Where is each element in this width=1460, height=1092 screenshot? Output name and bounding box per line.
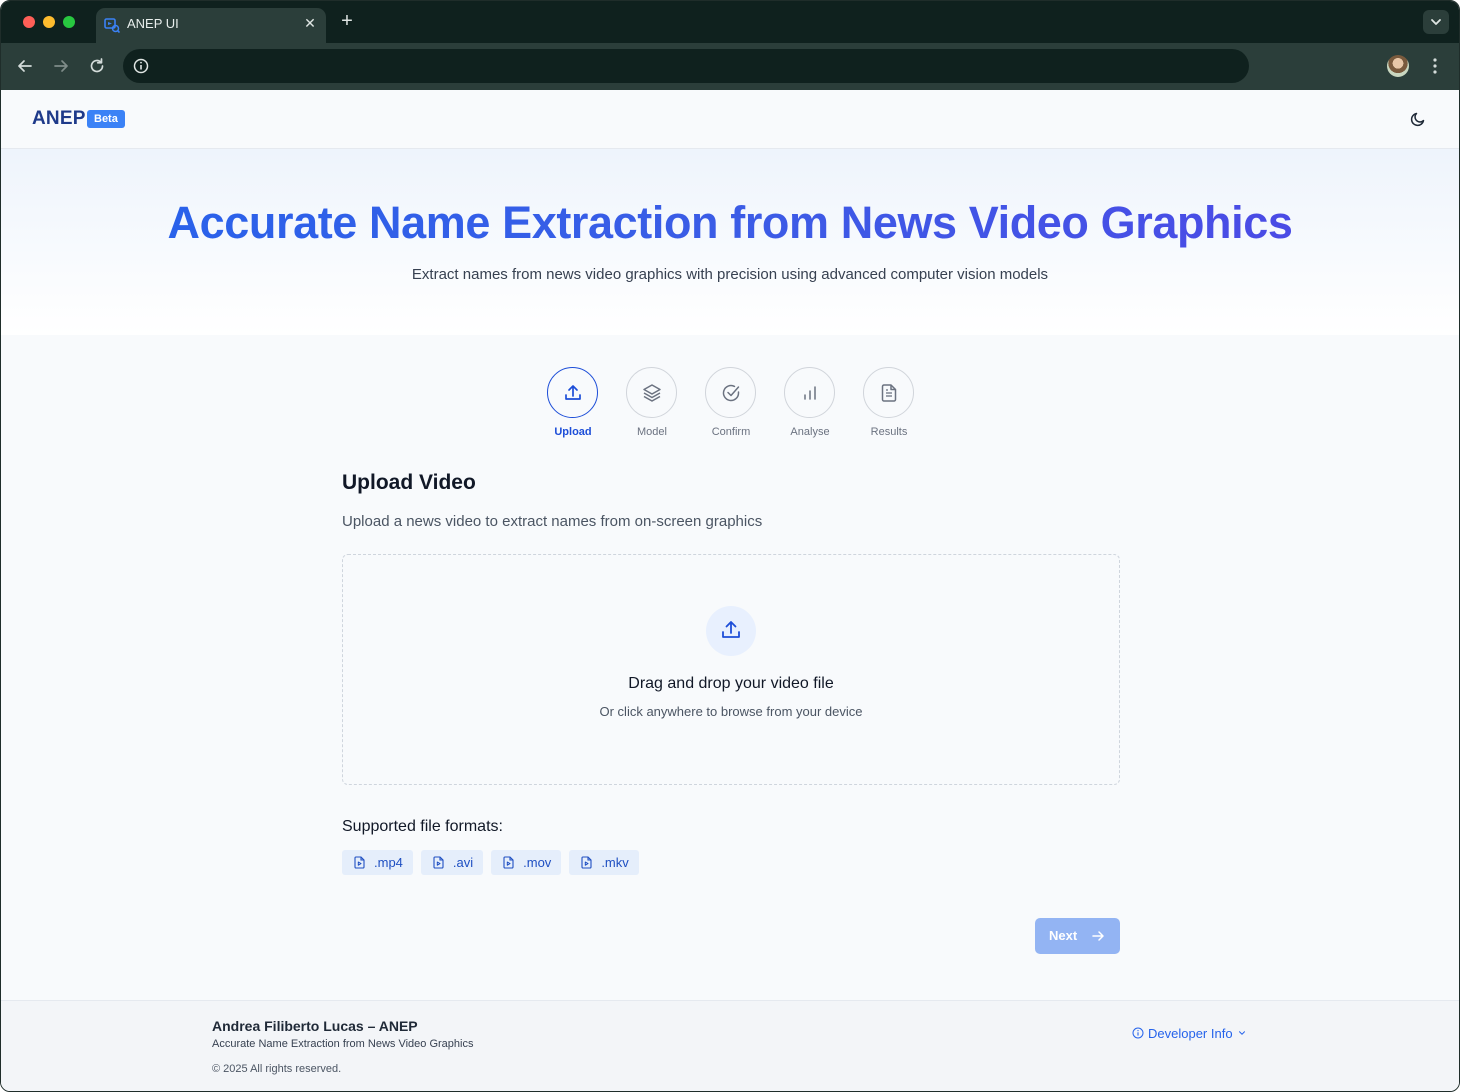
step-confirm-circle: [705, 367, 756, 418]
dropzone-title: Drag and drop your video file: [628, 675, 834, 692]
more-menu-icon[interactable]: [1425, 56, 1445, 76]
developer-info-label: Developer Info: [1148, 1025, 1233, 1041]
chevron-down-icon: [1431, 19, 1441, 25]
step-upload-circle: [547, 367, 598, 418]
chevron-down-icon: [1238, 1031, 1245, 1035]
upload-description: Upload a news video to extract names fro…: [342, 513, 763, 530]
document-icon: [881, 384, 897, 402]
browser-window: ANEP UI ✕ + ANEP Beta Accurate Name Extr…: [0, 0, 1460, 1092]
page-title: Accurate Name Extraction from News Video…: [1, 197, 1459, 249]
favicon-icon: [104, 18, 120, 33]
video-file-icon: [433, 856, 444, 869]
new-tab-icon[interactable]: +: [338, 11, 356, 31]
info-icon: [1132, 1027, 1144, 1039]
maximize-window-button[interactable]: [63, 16, 75, 28]
format-chip: .mkv: [569, 850, 639, 875]
next-button[interactable]: Next: [1035, 918, 1120, 954]
tab-search-button[interactable]: [1423, 10, 1449, 34]
next-button-label: Next: [1049, 928, 1078, 943]
video-file-icon: [354, 856, 365, 869]
progress-stepper: Upload Model Confirm Analyse Results: [547, 367, 917, 442]
browser-toolbar: [1, 43, 1459, 90]
browser-tab[interactable]: ANEP UI ✕: [96, 8, 326, 43]
file-dropzone[interactable]: Drag and drop your video file Or click a…: [342, 554, 1120, 785]
dropzone-subtitle: Or click anywhere to browse from your de…: [599, 704, 863, 719]
app-header: ANEP Beta: [1, 90, 1459, 149]
upload-icon: [722, 621, 740, 638]
hero-section: Accurate Name Extraction from News Video…: [1, 149, 1459, 335]
formats-title: Supported file formats:: [342, 818, 503, 835]
step-analyse-circle: [784, 367, 835, 418]
footer-author: Andrea Filiberto Lucas – ANEP: [212, 1018, 418, 1034]
moon-icon[interactable]: [1409, 110, 1427, 128]
video-file-icon: [581, 856, 592, 869]
format-chip: .avi: [420, 850, 484, 875]
footer-tagline: Accurate Name Extraction from News Video…: [212, 1038, 474, 1050]
back-icon[interactable]: [15, 56, 35, 76]
profile-avatar[interactable]: [1387, 55, 1409, 77]
address-bar[interactable]: [123, 49, 1249, 83]
bar-chart-icon: [804, 386, 816, 400]
tab-bar: ANEP UI ✕ +: [1, 1, 1459, 43]
video-file-icon: [503, 856, 514, 869]
tab-title: ANEP UI: [127, 16, 179, 31]
dropzone-icon-badge: [706, 606, 756, 656]
brand-logo[interactable]: ANEP: [32, 108, 86, 130]
close-tab-icon[interactable]: ✕: [302, 15, 318, 31]
check-circle-icon: [722, 384, 740, 402]
step-model-circle: [626, 367, 677, 418]
reload-icon[interactable]: [87, 56, 107, 76]
footer-copyright: © 2025 All rights reserved.: [212, 1063, 342, 1075]
developer-info-toggle[interactable]: Developer Info: [1132, 1025, 1247, 1041]
upload-icon: [565, 385, 581, 400]
site-info-icon[interactable]: [132, 57, 150, 75]
format-chip: .mov: [491, 850, 562, 875]
step-results-circle: [863, 367, 914, 418]
step-label: Results: [870, 426, 908, 438]
close-window-button[interactable]: [23, 16, 35, 28]
page-footer: Andrea Filiberto Lucas – ANEP Accurate N…: [1, 1000, 1459, 1091]
arrow-right-icon: [1092, 931, 1104, 941]
format-list: .mp4 .avi .mov .mkv: [342, 850, 639, 875]
format-label: .mp4: [374, 855, 403, 870]
format-label: .mov: [523, 855, 552, 870]
format-chip: .mp4: [342, 850, 413, 875]
upload-title: Upload Video: [342, 471, 476, 494]
beta-badge: Beta: [87, 110, 125, 128]
page-subtitle: Extract names from news video graphics w…: [411, 266, 1049, 283]
format-label: .avi: [452, 855, 474, 870]
layers-icon: [643, 384, 661, 402]
forward-icon[interactable]: [51, 56, 71, 76]
format-label: .mkv: [601, 855, 629, 870]
minimize-window-button[interactable]: [43, 16, 55, 28]
